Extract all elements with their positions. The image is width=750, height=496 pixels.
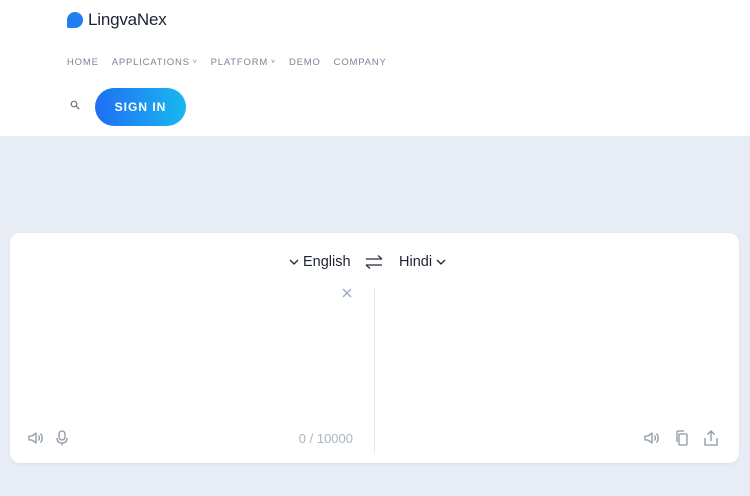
chevron-down-icon: ˅ xyxy=(192,58,198,66)
microphone-icon[interactable] xyxy=(53,429,71,447)
target-language-select[interactable]: Hindi xyxy=(399,251,446,273)
source-text-area[interactable] xyxy=(24,283,364,423)
nav-item-platform[interactable]: PLATFORM ˅ xyxy=(211,56,276,68)
target-language-label: Hindi xyxy=(399,254,433,270)
translator-card: English Hindi 0 / 10000 xyxy=(10,233,739,463)
speaker-icon[interactable] xyxy=(643,429,661,447)
language-bar: English Hindi xyxy=(10,251,739,273)
brand-name-part2: Nex xyxy=(136,10,167,29)
chevron-down-icon xyxy=(289,259,299,265)
nav-item-home[interactable]: HOME xyxy=(67,56,99,68)
target-text-area xyxy=(385,283,725,423)
logo-icon xyxy=(67,12,83,28)
character-counter: 0 / 10000 xyxy=(298,431,353,446)
nav-item-demo[interactable]: DEMO xyxy=(289,56,321,68)
speaker-icon[interactable] xyxy=(27,429,45,447)
sign-in-button[interactable]: SIGN IN xyxy=(95,88,186,126)
nav-item-label: COMPANY xyxy=(333,56,387,68)
brand-name: LingvaNex xyxy=(88,10,167,30)
chevron-down-icon: ˅ xyxy=(271,58,276,66)
nav-item-company[interactable]: COMPANY xyxy=(334,56,387,68)
chevron-down-icon xyxy=(436,259,446,265)
nav-item-label: DEMO xyxy=(288,56,321,68)
nav-item-label: HOME xyxy=(67,56,99,68)
brand-name-part1: Lingva xyxy=(88,10,137,29)
close-icon[interactable] xyxy=(342,288,352,298)
nav-item-label: APPLICATIONS xyxy=(111,56,190,68)
source-language-select[interactable]: English xyxy=(289,251,351,273)
search-icon[interactable] xyxy=(70,100,80,110)
nav-item-applications[interactable]: APPLICATIONS ˅ xyxy=(112,56,198,68)
panel-divider xyxy=(374,288,375,453)
swap-arrows-icon[interactable] xyxy=(365,254,383,270)
brand-logo[interactable]: LingvaNex xyxy=(67,10,167,30)
main-nav: HOME APPLICATIONS ˅ PLATFORM ˅ DEMO COMPAN… xyxy=(67,56,400,68)
nav-item-label: PLATFORM xyxy=(210,56,269,68)
source-language-label: English xyxy=(303,254,351,270)
site-header: LingvaNex HOME APPLICATIONS ˅ PLATFORM ˅ D… xyxy=(0,0,750,136)
share-icon[interactable] xyxy=(702,429,720,447)
copy-icon[interactable] xyxy=(673,429,691,447)
